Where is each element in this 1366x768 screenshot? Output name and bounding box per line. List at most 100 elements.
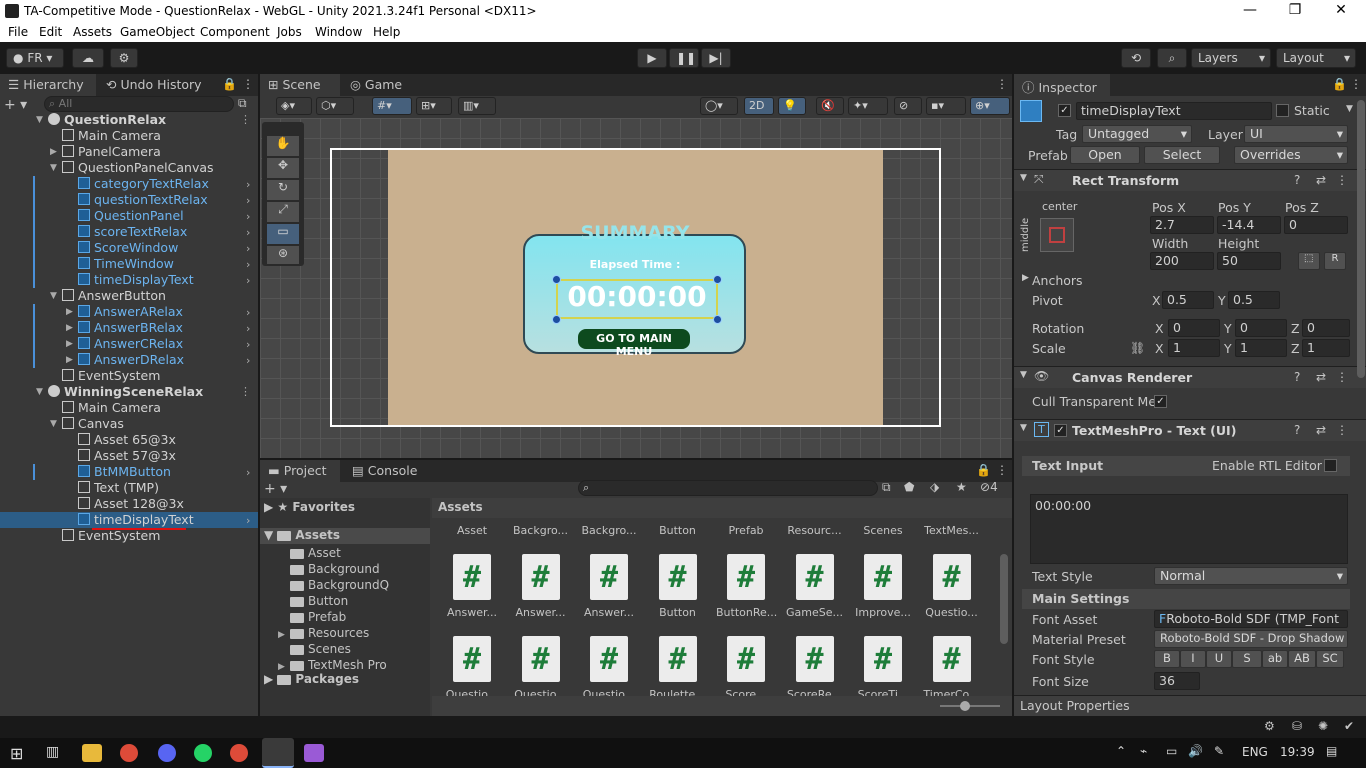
- folder-item[interactable]: Button: [278, 594, 348, 608]
- chevron-right-icon[interactable]: ›: [246, 210, 250, 223]
- hierarchy-row[interactable]: Asset 65@3x: [0, 432, 258, 448]
- progress-icon[interactable]: ⚙: [1264, 719, 1275, 733]
- tab-game[interactable]: ◎ Game: [342, 74, 410, 96]
- hierarchy-row[interactable]: ▼ QuestionPanelCanvas: [0, 160, 258, 176]
- kebab-menu-icon[interactable]: ⋮: [996, 77, 1008, 91]
- step-button[interactable]: ▶|: [701, 48, 731, 68]
- chevron-right-icon[interactable]: ›: [246, 258, 250, 271]
- kebab-menu-icon[interactable]: ⋮: [1336, 173, 1348, 187]
- posx-field[interactable]: 2.7: [1150, 216, 1214, 234]
- services-button[interactable]: ⚙: [110, 48, 138, 68]
- menu-file[interactable]: File: [8, 25, 28, 39]
- rotate-tool-icon[interactable]: ↻: [267, 180, 299, 200]
- minimize-button[interactable]: —: [1227, 2, 1273, 18]
- chevron-right-icon[interactable]: ›: [246, 242, 250, 255]
- tab-undo-history[interactable]: ⟲ Undo History: [98, 74, 210, 96]
- text-style-dropdown[interactable]: Normal ▾: [1154, 567, 1348, 585]
- preset-icon[interactable]: ⇄: [1316, 173, 1326, 187]
- lock-icon[interactable]: 🔒: [1332, 77, 1347, 91]
- canvas-renderer-header[interactable]: ▼ 👁 Canvas Renderer ? ⇄ ⋮: [1014, 366, 1366, 388]
- folder-item[interactable]: Background: [278, 562, 380, 576]
- menu-gameobject[interactable]: GameObject: [120, 25, 195, 39]
- folder-item[interactable]: ▶ TextMesh Pro: [278, 658, 387, 672]
- scale-y-field[interactable]: 1: [1235, 339, 1287, 357]
- audio-toggle[interactable]: 🔇: [816, 97, 844, 115]
- asset-folder[interactable]: Backgro...: [509, 524, 573, 537]
- chevron-down-icon[interactable]: ▼: [50, 163, 57, 173]
- script-asset[interactable]: # Questio...: [511, 636, 571, 696]
- chevron-right-icon[interactable]: ›: [246, 194, 250, 207]
- hierarchy-row[interactable]: timeDisplayText ›: [0, 512, 258, 530]
- favorites-item[interactable]: ▶ ★ Favorites: [264, 500, 355, 514]
- chevron-right-icon[interactable]: ▶: [278, 662, 290, 672]
- prefab-select-button[interactable]: Select: [1144, 146, 1220, 164]
- asset-breadcrumb[interactable]: Assets: [432, 498, 1012, 518]
- help-icon[interactable]: ?: [1294, 370, 1300, 384]
- hierarchy-row[interactable]: TimeWindow ›: [0, 256, 258, 272]
- anchor-presets-button[interactable]: [1040, 218, 1074, 252]
- assets-root-item[interactable]: ▼ Assets: [260, 528, 430, 544]
- chevron-right-icon[interactable]: ›: [246, 354, 250, 367]
- chrome-icon[interactable]: [120, 744, 138, 762]
- font-style-button[interactable]: U: [1206, 650, 1232, 668]
- hierarchy-row[interactable]: Main Camera: [0, 400, 258, 416]
- chevron-right-icon[interactable]: ▶: [66, 355, 73, 365]
- hierarchy-row[interactable]: ▶ AnswerCRelax ›: [0, 336, 258, 352]
- kebab-menu-icon[interactable]: ⋮: [1336, 423, 1348, 437]
- layout-dropdown[interactable]: Layout ▾: [1276, 48, 1356, 68]
- resize-handle[interactable]: [552, 275, 561, 284]
- star-icon[interactable]: ★: [956, 480, 967, 494]
- blueprint-mode-button[interactable]: ⬚: [1298, 252, 1320, 270]
- icon-size-slider-thumb[interactable]: [960, 701, 970, 711]
- language-indicator[interactable]: ENG: [1242, 745, 1268, 759]
- script-asset[interactable]: # Answer...: [511, 554, 571, 619]
- font-style-button[interactable]: ab: [1262, 650, 1288, 668]
- camera-dropdown[interactable]: ▪▾: [926, 97, 966, 115]
- anchors-label[interactable]: Anchors: [1032, 273, 1083, 288]
- hierarchy-row[interactable]: ▼ WinningSceneRelax ⋮: [0, 384, 258, 400]
- script-asset[interactable]: # GameSe...: [785, 554, 845, 619]
- script-asset[interactable]: # Score...: [716, 636, 776, 696]
- tab-scene[interactable]: ⊞ Scene: [260, 74, 340, 96]
- packages-item[interactable]: ▶ Packages: [264, 672, 359, 686]
- visual-studio-icon[interactable]: [304, 744, 324, 762]
- script-asset[interactable]: # Questio...: [579, 636, 639, 696]
- project-search-input[interactable]: ⌕: [578, 480, 878, 496]
- script-asset[interactable]: # Roulette...: [648, 636, 708, 696]
- hierarchy-row[interactable]: BtMMButton ›: [0, 464, 258, 480]
- hierarchy-row[interactable]: ▼ QuestionRelax ⋮: [0, 112, 258, 128]
- debug-icon[interactable]: ✺: [1318, 719, 1328, 733]
- menu-edit[interactable]: Edit: [39, 25, 62, 39]
- restore-button[interactable]: ❐: [1272, 2, 1318, 18]
- visibility-toggle[interactable]: ⊘: [894, 97, 922, 115]
- help-icon[interactable]: ?: [1294, 423, 1300, 437]
- script-asset[interactable]: # Button: [648, 554, 708, 619]
- layers-dropdown[interactable]: Layers ▾: [1191, 48, 1271, 68]
- chevron-right-icon[interactable]: ›: [246, 514, 250, 527]
- clock[interactable]: 19:39: [1280, 745, 1315, 759]
- hierarchy-row[interactable]: Main Camera: [0, 128, 258, 144]
- link-icon[interactable]: ⛓: [1130, 341, 1145, 355]
- menu-window[interactable]: Window: [315, 25, 362, 39]
- kebab-menu-icon[interactable]: ⋮: [996, 463, 1008, 477]
- history-button[interactable]: ⟲: [1121, 48, 1151, 68]
- scale-tool-icon[interactable]: ⤢: [267, 202, 299, 222]
- battery-icon[interactable]: ▭: [1166, 744, 1177, 758]
- close-button[interactable]: ✕: [1318, 2, 1364, 18]
- kebab-menu-icon[interactable]: ⋮: [240, 385, 251, 398]
- whatsapp-icon[interactable]: [194, 744, 212, 762]
- menu-jobs[interactable]: Jobs: [277, 25, 302, 39]
- script-asset[interactable]: # Questio...: [442, 636, 502, 696]
- chevron-right-icon[interactable]: ›: [246, 274, 250, 287]
- chevron-right-icon[interactable]: ▶: [66, 339, 73, 349]
- scene-viewport[interactable]: ✋ ✥ ↻ ⤢ ▭ ⊛ SUMMARY Elapsed Time : 00:00…: [260, 118, 1012, 458]
- search-by-label-icon[interactable]: ⬟: [904, 480, 914, 494]
- cache-icon[interactable]: ⛁: [1292, 719, 1302, 733]
- folder-item[interactable]: Scenes: [278, 642, 351, 656]
- tab-inspector[interactable]: ⓘ Inspector: [1014, 74, 1110, 96]
- asset-grid-scrollbar[interactable]: [1000, 554, 1008, 644]
- font-style-button[interactable]: SC: [1316, 650, 1344, 668]
- filter-icon[interactable]: ⧉: [238, 96, 247, 111]
- hierarchy-row[interactable]: Text (TMP): [0, 480, 258, 496]
- rot-z-field[interactable]: 0: [1302, 319, 1350, 337]
